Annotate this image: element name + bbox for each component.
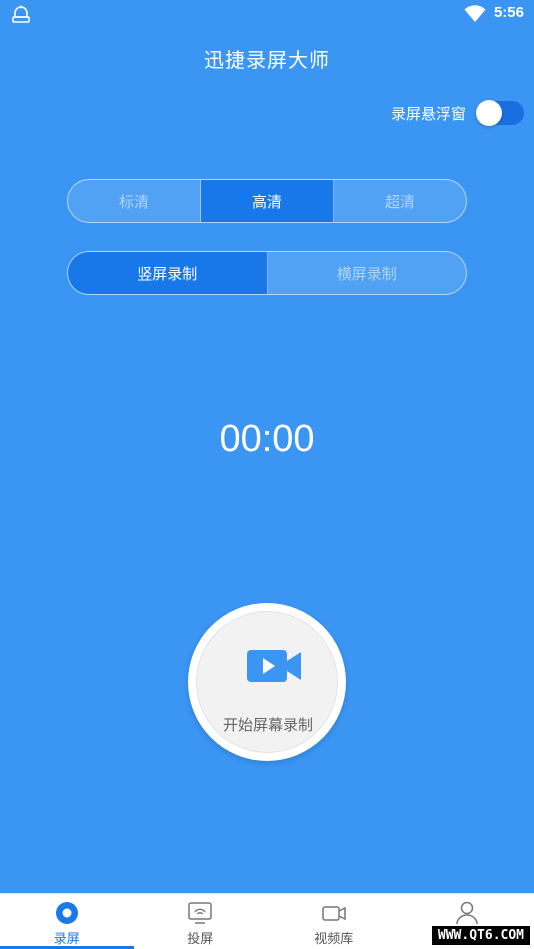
nav-item-cast[interactable]: 投屏: [134, 894, 268, 949]
video-camera-icon: [247, 650, 301, 682]
notification-icon: [12, 5, 30, 23]
nav-item-video-library[interactable]: 视频库: [267, 894, 401, 949]
app-title: 迅捷录屏大师: [204, 48, 330, 72]
record-dot-icon: [55, 902, 78, 924]
orientation-selector: 竖屏录制 横屏录制: [67, 251, 467, 295]
cast-screen-icon: [188, 902, 212, 924]
toggle-knob: [476, 100, 502, 126]
nav-label-record: 录屏: [53, 932, 80, 947]
quality-selector: 标清 高清 超清: [67, 179, 467, 223]
quality-option-hd[interactable]: 高清: [201, 180, 334, 222]
status-time: 5:56: [493, 4, 524, 21]
float-window-label: 录屏悬浮窗: [390, 104, 466, 123]
quality-option-uhd[interactable]: 超清: [334, 180, 466, 222]
nav-label-cast: 投屏: [187, 932, 214, 947]
orientation-option-landscape[interactable]: 横屏录制: [268, 252, 467, 294]
orientation-option-portrait[interactable]: 竖屏录制: [68, 252, 268, 294]
recording-timer: 00:00: [219, 418, 315, 460]
nav-item-record[interactable]: 录屏: [0, 894, 134, 949]
user-icon: [456, 901, 478, 925]
record-button-face: 开始屏幕录制: [196, 611, 338, 753]
record-button-label: 开始屏幕录制: [222, 716, 313, 734]
site-watermark: WWW.QT6.COM: [431, 926, 530, 945]
quality-option-sd[interactable]: 标清: [68, 180, 201, 222]
wifi-icon: [464, 5, 486, 22]
nav-label-video-library: 视频库: [314, 932, 354, 947]
video-camera-icon: [322, 906, 346, 921]
float-window-row: 录屏悬浮窗: [391, 100, 524, 126]
float-window-toggle[interactable]: [476, 100, 524, 126]
status-bar: 5:56: [0, 0, 534, 28]
start-recording-button[interactable]: 开始屏幕录制: [188, 603, 346, 761]
